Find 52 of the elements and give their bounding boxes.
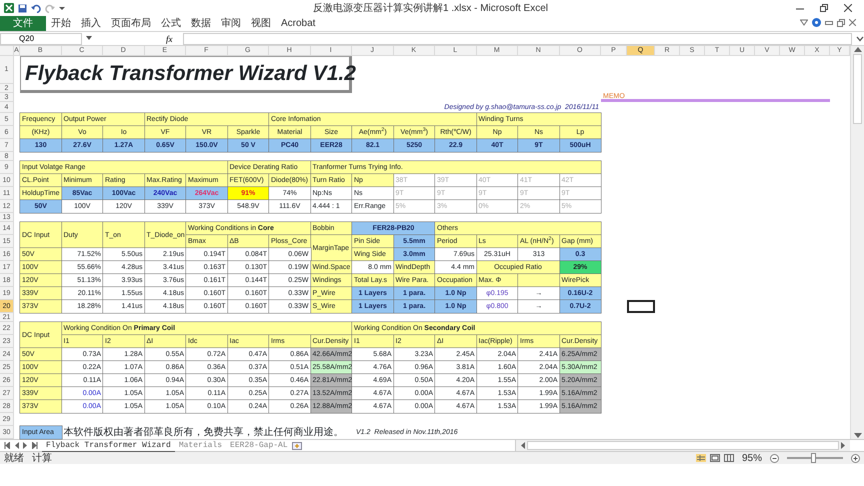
close-icon[interactable] [849,19,856,26]
scroll-left-icon[interactable] [520,442,525,449]
ribbon-tab[interactable]: 视图 [246,16,276,31]
page-break-icon[interactable] [724,454,734,462]
header-cell [518,274,560,287]
scroll-right-icon[interactable] [841,442,846,449]
copyright-note: 本软件版权由著者邵革良所有，免费共享，禁止任何商业用途。 [62,426,344,439]
next-sheet-icon[interactable] [23,442,28,449]
ribbon-tab[interactable]: 开始 [46,16,76,31]
window-title: 反激电源变压器计算实例讲解1 .xlsx - Microsoft Excel [312,2,550,16]
scrollbar-thumb[interactable] [527,441,839,450]
ribbon-tab[interactable]: 公式 [156,16,186,31]
caret-icon[interactable] [59,5,65,11]
caret-icon[interactable] [86,36,92,41]
restore-icon[interactable] [820,4,828,12]
previous-sheet-icon[interactable] [14,442,19,449]
insert-function-button[interactable]: fx [160,32,178,44]
scroll-up-icon[interactable] [854,46,862,52]
undo-icon[interactable] [31,4,41,12]
sheet-tab[interactable]: EER28-Gap-AL [226,440,292,451]
scroll-down-icon[interactable] [854,433,862,439]
normal-view-icon[interactable] [696,454,706,462]
help-icon[interactable] [812,18,821,27]
insert-sheet-icon[interactable] [292,442,302,450]
minimize-icon[interactable] [825,19,833,26]
active-cell[interactable] [627,300,655,313]
ribbon-tab[interactable]: Acrobat [276,16,320,31]
status-text: 就绪 [4,452,24,466]
ribbon-tab[interactable]: 插入 [76,16,106,31]
last-sheet-icon[interactable] [32,442,38,449]
formula-field[interactable] [182,32,852,44]
scrollbar-thumb[interactable] [853,54,862,124]
file-tab[interactable]: 文件 [0,16,46,31]
status-text: 计算 [32,452,52,466]
sheet-tab[interactable]: Materials [174,440,226,451]
zoom-level[interactable]: 95% [742,450,762,466]
ribbon-tab[interactable]: 数据 [186,16,216,31]
zoom-slider-thumb[interactable] [811,453,816,463]
ribbon-tab[interactable]: 审阅 [216,16,246,31]
restore-icon[interactable] [837,18,845,26]
spreadsheet-app-icon[interactable] [4,3,14,13]
first-sheet-icon[interactable] [4,442,10,449]
zoom-out-icon[interactable] [770,454,779,462]
page-layout-icon[interactable] [710,454,720,462]
caret-icon[interactable] [800,19,808,26]
ribbon-tab[interactable]: 页面布局 [106,16,156,31]
save-icon[interactable] [18,4,27,12]
chevron-icon[interactable] [856,36,864,42]
sheet-tab[interactable]: Flyback Transformer Wizard [42,440,175,452]
name-box[interactable]: Q20 [0,32,82,44]
zoom-in-icon[interactable] [851,454,860,462]
close-icon[interactable] [844,4,852,12]
